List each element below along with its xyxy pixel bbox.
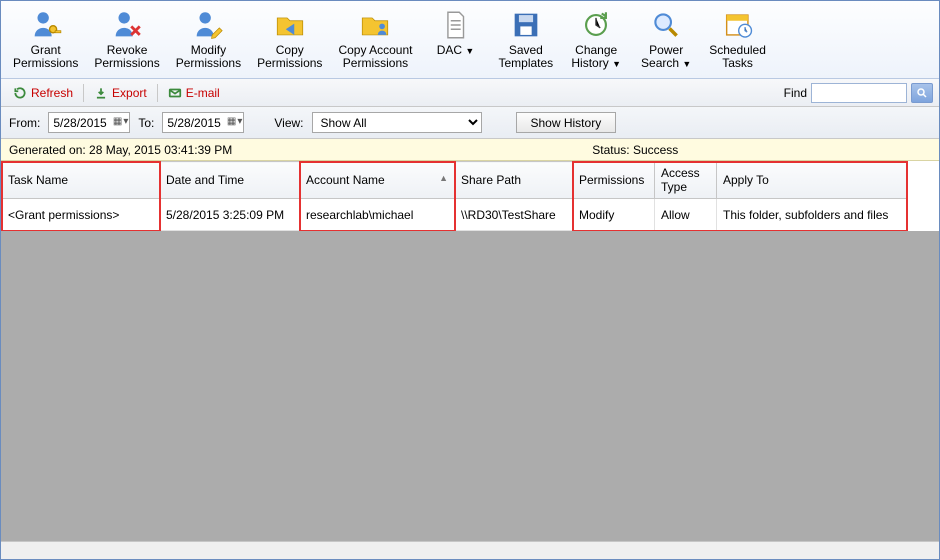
generated-on-label: Generated on: 28 May, 2015 03:41:39 PM	[9, 143, 232, 157]
cell-share: \\RD30\TestShare	[455, 199, 573, 231]
col-account-name[interactable]: Account Name▲	[300, 162, 455, 199]
results-table: Task Name Date and Time Account Name▲ Sh…	[1, 161, 907, 231]
table-row[interactable]: <Grant permissions> 5/28/2015 3:25:09 PM…	[2, 199, 907, 231]
from-date[interactable]	[48, 112, 130, 133]
export-label: Export	[112, 86, 147, 100]
status-strip: Generated on: 28 May, 2015 03:41:39 PM S…	[1, 139, 939, 161]
from-label: From:	[9, 116, 40, 130]
changehist-button[interactable]: ChangeHistory ▼	[561, 3, 631, 78]
cell-apply: This folder, subfolders and files	[717, 199, 907, 231]
col-access-type[interactable]: Access Type	[655, 162, 717, 199]
document-icon	[437, 7, 473, 43]
ribbon-label: Copy AccountPermissions	[338, 44, 412, 70]
refresh-icon	[13, 86, 27, 100]
horizontal-scrollbar[interactable]	[1, 541, 939, 559]
folder-user-icon	[357, 7, 393, 43]
schedtasks-button[interactable]: ScheduledTasks	[701, 3, 774, 78]
col-share-path[interactable]: Share Path	[455, 162, 573, 199]
search-icon	[916, 87, 928, 99]
secondary-toolbar: Refresh Export E-mail Find	[1, 79, 939, 107]
refresh-button[interactable]: Refresh	[7, 84, 79, 102]
dac-button[interactable]: DAC ▼	[420, 3, 490, 78]
revoke-button[interactable]: RevokePermissions	[86, 3, 167, 78]
find-label: Find	[784, 86, 807, 100]
to-date[interactable]	[162, 112, 244, 133]
grid-empty-area	[1, 231, 939, 541]
floppy-icon	[508, 7, 544, 43]
show-history-button[interactable]: Show History	[516, 112, 617, 133]
filter-bar: From: ▦▾ To: ▦▾ View: Show All Show Hist…	[1, 107, 939, 139]
to-label: To:	[138, 116, 154, 130]
ribbon-label: SavedTemplates	[498, 44, 553, 70]
col-date-time[interactable]: Date and Time	[160, 162, 300, 199]
sort-asc-icon: ▲	[439, 173, 448, 183]
powersearch-button[interactable]: PowerSearch ▼	[631, 3, 701, 78]
ribbon-label: GrantPermissions	[13, 44, 78, 70]
ribbon-label: ModifyPermissions	[176, 44, 241, 70]
ribbon-label: DAC ▼	[437, 44, 475, 58]
export-button[interactable]: Export	[88, 84, 153, 102]
find-input[interactable]	[811, 83, 907, 103]
email-button[interactable]: E-mail	[162, 84, 226, 102]
cell-permissions: Modify	[573, 199, 655, 231]
header-row: Task Name Date and Time Account Name▲ Sh…	[2, 162, 907, 199]
view-select[interactable]: Show All	[312, 112, 482, 133]
ribbon-toolbar: GrantPermissions RevokePermissions ModifyP…	[1, 1, 939, 79]
person-key-icon	[28, 7, 64, 43]
copyacct-button[interactable]: Copy AccountPermissions	[330, 3, 420, 78]
col-permissions[interactable]: Permissions	[573, 162, 655, 199]
ribbon-label: PowerSearch ▼	[641, 44, 691, 71]
view-label: View:	[274, 116, 303, 130]
email-icon	[168, 86, 182, 100]
grant-button[interactable]: GrantPermissions	[5, 3, 86, 78]
magnifier-icon	[648, 7, 684, 43]
modify-button[interactable]: ModifyPermissions	[168, 3, 249, 78]
ribbon-label: RevokePermissions	[94, 44, 159, 70]
copy-button[interactable]: CopyPermissions	[249, 3, 330, 78]
refresh-label: Refresh	[31, 86, 73, 100]
ribbon-label: ChangeHistory ▼	[571, 44, 621, 71]
person-pencil-icon	[190, 7, 226, 43]
separator	[83, 84, 84, 102]
ribbon-label: CopyPermissions	[257, 44, 322, 70]
cell-access: Allow	[655, 199, 717, 231]
status-text: Status: Success	[592, 143, 678, 157]
saved-button[interactable]: SavedTemplates	[490, 3, 561, 78]
person-x-icon	[109, 7, 145, 43]
folder-share-icon	[272, 7, 308, 43]
cell-account: researchlab\michael	[300, 199, 455, 231]
find-button[interactable]	[911, 83, 933, 103]
clock-refresh-icon	[578, 7, 614, 43]
cell-task-name: <Grant permissions>	[2, 199, 160, 231]
export-icon	[94, 86, 108, 100]
email-label: E-mail	[186, 86, 220, 100]
ribbon-label: ScheduledTasks	[709, 44, 766, 70]
calendar-clock-icon	[720, 7, 756, 43]
col-apply-to[interactable]: Apply To	[717, 162, 907, 199]
cell-date: 5/28/2015 3:25:09 PM	[160, 199, 300, 231]
grid-area: Task Name Date and Time Account Name▲ Sh…	[1, 161, 939, 559]
col-task-name[interactable]: Task Name	[2, 162, 160, 199]
separator	[157, 84, 158, 102]
